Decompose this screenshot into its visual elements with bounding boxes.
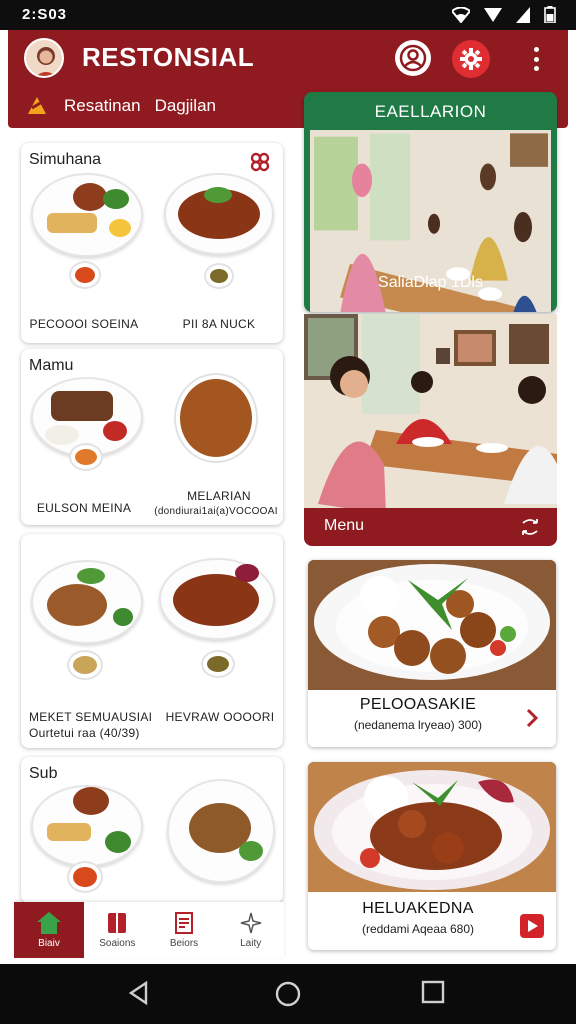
dish-card[interactable]: PELOOASAKIE (nedanema lryeao) 300) [308,560,556,747]
chevron-right-icon[interactable] [520,706,544,730]
dish-caption: PECOOOI SOEINA [29,317,139,331]
clover-icon[interactable] [249,151,271,173]
dish-plate[interactable] [31,785,143,867]
section-card[interactable]: Simuhana PECOOOI SOEINA PII 8A NUCK [21,143,283,343]
wifi-icon [452,6,470,23]
account-button[interactable] [395,40,431,76]
dish-plate[interactable] [31,560,143,644]
section-title: Simuhana [29,151,102,168]
gear-icon [460,48,482,70]
tab-resatinan[interactable]: Resatinan [64,96,141,116]
dish-plate[interactable] [159,558,275,640]
menu-card-bar[interactable]: Menu [304,508,557,546]
avatar[interactable] [24,38,64,78]
dish-plate[interactable] [167,779,275,883]
dish-plate[interactable] [31,173,143,257]
dish-caption: MELARIAN [187,489,251,503]
bottom-nav-home[interactable]: Biaiv [14,902,84,958]
dish-card-name: PELOOASAKIE [359,696,477,713]
dish-card-name: HELUAKEDNA [362,900,474,917]
status-time: 2:S03 [22,6,68,23]
app-title: RESTONSIAL [82,42,255,72]
account-icon [399,44,427,72]
status-bar: 2:S03 [0,0,576,30]
featured-caption: SaliaDlap 1Dls [378,274,483,291]
dish-caption: PII 8A NUCK [182,317,256,331]
dish-caption: EULSON MEINA [36,501,132,515]
back-icon[interactable] [126,980,152,1006]
section-card[interactable]: Sub [21,757,283,903]
dish-subcaption: Ourtetui raa (40/39) [29,726,140,740]
sparkle-icon [240,912,261,933]
bottom-nav-sections[interactable]: Soaions [84,902,151,958]
book-icon [108,912,127,933]
dish-photo [308,560,556,690]
more-options-button[interactable] [526,44,546,74]
battery-icon [544,6,556,23]
dish-card-subtitle: (nedanema lryeao) 300) [353,718,483,732]
more-vertical-icon [533,47,539,52]
bottom-nav-laity[interactable]: Laity [217,902,284,958]
dish-card-subtitle: (reddami Aqeaa 680) [361,922,475,936]
section-title: Mamu [29,357,74,374]
restaurant-logo-icon [28,97,46,114]
home-circle-icon[interactable] [274,980,302,1008]
receipt-icon [175,911,193,934]
section-card[interactable]: MEKET SEMUAUSIAI Ourtetui raa (40/39) HE… [21,534,283,748]
dish-photo [308,762,556,892]
tab-dagjilan[interactable]: Dagjilan [155,96,216,116]
signal-icon [516,6,530,23]
bottom-nav-label: Soaions [99,937,136,949]
dish-caption: MEKET SEMUAUSIAI [29,710,153,724]
home-icon [37,911,61,934]
dish-subcaption: (dondiurai1ai(a)VOCOOAI [154,506,278,517]
settings-button[interactable] [452,40,490,78]
section-card[interactable]: Mamu EULSON MEINA MELARIAN (dondiurai1ai… [21,349,283,525]
menu-card-label: Menu [324,517,365,534]
system-navigation-bar [0,964,576,1024]
swap-icon[interactable] [517,517,543,537]
bottom-nav-label: Laity [240,937,262,949]
bottom-nav-orders[interactable]: Beiors [151,902,218,958]
dish-bowl[interactable] [174,373,258,463]
dish-caption: HEVRAW OOOORI [165,710,275,724]
recents-icon[interactable] [421,980,445,1004]
play-arrow-icon[interactable] [520,914,544,938]
section-title: Sub [29,765,58,782]
signal-icon [484,7,502,22]
dish-plate[interactable] [164,173,274,255]
bottom-nav-label: Biaiv [38,937,60,949]
bottom-navigation: Biaiv Soaions Beiors Laity [14,902,284,958]
featured-card[interactable]: EAELLARION SaliaDlap 1Dls [304,92,557,312]
featured-title: EAELLARION [374,102,487,121]
bottom-nav-label: Beiors [169,937,199,949]
dish-card[interactable]: HELUAKEDNA (reddami Aqeaa 680) [308,762,556,950]
